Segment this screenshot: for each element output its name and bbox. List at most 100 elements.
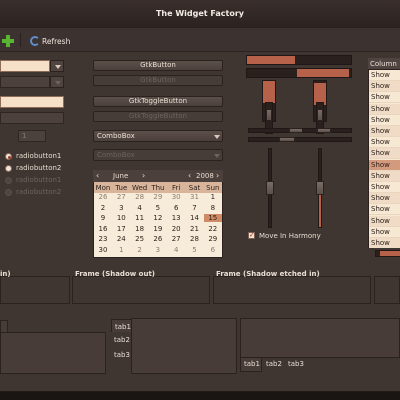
middle-notebook-tab3[interactable]: tab3 [114,351,130,359]
vscrollbar-1-thumb[interactable] [266,109,272,121]
right-notebook-tab1[interactable]: tab1 [240,358,262,372]
calendar-day[interactable]: 3 [149,246,167,254]
calendar-day[interactable]: 1 [112,246,130,254]
calendar-day[interactable]: 24 [112,235,130,243]
combo-entry-dropdown-button[interactable] [50,60,64,72]
list-item[interactable]: Show [369,215,400,227]
hscrollbar-3-thumb[interactable] [279,137,295,142]
prev-year-icon[interactable]: ‹ [188,171,191,180]
calendar-day[interactable]: 30 [167,193,185,201]
list-item[interactable]: Show [369,204,400,216]
calendar-day[interactable]: 2 [94,204,112,212]
calendar-day[interactable]: 2 [131,246,149,254]
list-item[interactable]: Show [369,81,400,93]
calendar-day[interactable]: 27 [167,235,185,243]
hscale-1[interactable] [246,55,352,65]
hscrollbar-1[interactable] [248,128,304,133]
radiobutton2[interactable] [5,165,12,172]
calendar-day[interactable]: 31 [186,193,204,201]
vscrollbar-2-thumb[interactable] [317,109,323,121]
column-header[interactable]: Column [368,58,400,70]
tree-hscrollbar-thumb[interactable] [380,251,400,256]
calendar-day[interactable]: 28 [186,235,204,243]
list-item[interactable]: Show [369,115,400,126]
tree-view[interactable]: Show Show Show Show Show Show Show Show Show Show… [368,58,400,248]
hscrollbar-2[interactable] [302,128,352,133]
calendar-day[interactable]: 6 [167,204,185,212]
next-year-icon[interactable]: › [216,171,219,180]
calendar-day[interactable]: 16 [94,225,112,233]
calendar-day[interactable]: 28 [131,193,149,201]
list-item[interactable]: Show [369,137,400,149]
calendar-day[interactable]: 11 [131,214,149,222]
calendar-day[interactable]: 7 [186,204,204,212]
hscale-2[interactable] [246,68,352,78]
calendar-day[interactable]: 4 [167,246,185,254]
move-in-harmony-checkbox[interactable] [248,231,255,239]
list-item[interactable]: Show [369,193,400,205]
combobox[interactable]: ComboBox [93,130,223,142]
calendar-day[interactable]: 12 [149,214,167,222]
calendar-day[interactable]: 18 [131,225,149,233]
calendar-day[interactable]: 19 [149,225,167,233]
calendar-day[interactable]: 5 [149,204,167,212]
list-item[interactable]: Show [369,103,400,115]
prev-month-icon[interactable]: ‹ [96,171,99,180]
calendar-day[interactable]: 1 [204,193,222,201]
vscale-3-slider[interactable] [266,181,274,195]
text-entry[interactable] [0,96,64,108]
calendar-day[interactable]: 14 [186,214,204,222]
calendar-day[interactable]: 22 [204,225,222,233]
add-icon[interactable] [2,35,14,47]
calendar-day[interactable]: 23 [94,235,112,243]
calendar-day[interactable]: 13 [167,214,185,222]
list-item[interactable]: Show [369,170,400,182]
calendar-day[interactable]: 29 [204,235,222,243]
list-item[interactable]: Show [369,92,400,104]
calendar-day[interactable]: 9 [94,214,112,222]
middle-notebook-tab1[interactable]: tab1 [111,319,132,332]
calendar-day[interactable]: 30 [94,246,112,254]
right-notebook-tab2[interactable]: tab2 [266,360,282,368]
calendar-day[interactable]: 26 [94,193,112,201]
list-item[interactable]: Show [369,70,400,81]
calendar-day[interactable]: 8 [204,204,222,212]
calendar-day[interactable]: 6 [204,246,222,254]
vscale-3[interactable] [266,148,274,228]
gtk-toggle-button[interactable]: GtkToggleButton [93,96,223,107]
list-item[interactable]: Show [369,227,400,238]
calendar-day[interactable]: 27 [112,193,130,201]
radiobutton1[interactable] [5,153,12,160]
list-item[interactable]: Show [369,159,400,171]
calendar-day[interactable]: 25 [131,235,149,243]
refresh-icon[interactable] [30,36,40,46]
calendar-day[interactable]: 5 [186,246,204,254]
calendar-day[interactable]: 21 [186,225,204,233]
next-month-icon[interactable]: › [142,171,145,180]
calendar-day[interactable]: 17 [112,225,130,233]
calendar-day[interactable]: 15 [203,214,222,222]
tree-hscrollbar[interactable] [375,250,400,257]
vscale-4[interactable] [316,148,324,228]
calendar-day[interactable]: 10 [112,214,130,222]
list-item[interactable]: Show [369,182,400,193]
vscale-4-slider[interactable] [316,181,324,195]
calendar-day[interactable]: 29 [149,193,167,201]
hscrollbar-3[interactable] [248,137,352,142]
calendar-day[interactable]: 3 [112,204,130,212]
hscrollbar-2-thumb[interactable] [317,128,331,133]
hscrollbar-1-thumb[interactable] [289,128,303,133]
refresh-button-label[interactable]: Refresh [42,37,70,46]
list-item[interactable]: Show [369,238,400,248]
right-notebook-tab3[interactable]: tab3 [288,360,304,368]
left-notebook-tab1[interactable] [0,320,8,332]
middle-notebook-tab2[interactable]: tab2 [114,336,130,344]
gtk-button[interactable]: GtkButton [93,60,223,71]
calendar-day[interactable]: 20 [167,225,185,233]
calendar-day[interactable]: 4 [131,204,149,212]
list-item[interactable]: Show [369,148,400,160]
combo-entry[interactable] [0,60,50,72]
calendar-day[interactable]: 26 [149,235,167,243]
list-item[interactable]: Show [369,126,400,137]
spin-button[interactable]: 1 [18,130,46,142]
